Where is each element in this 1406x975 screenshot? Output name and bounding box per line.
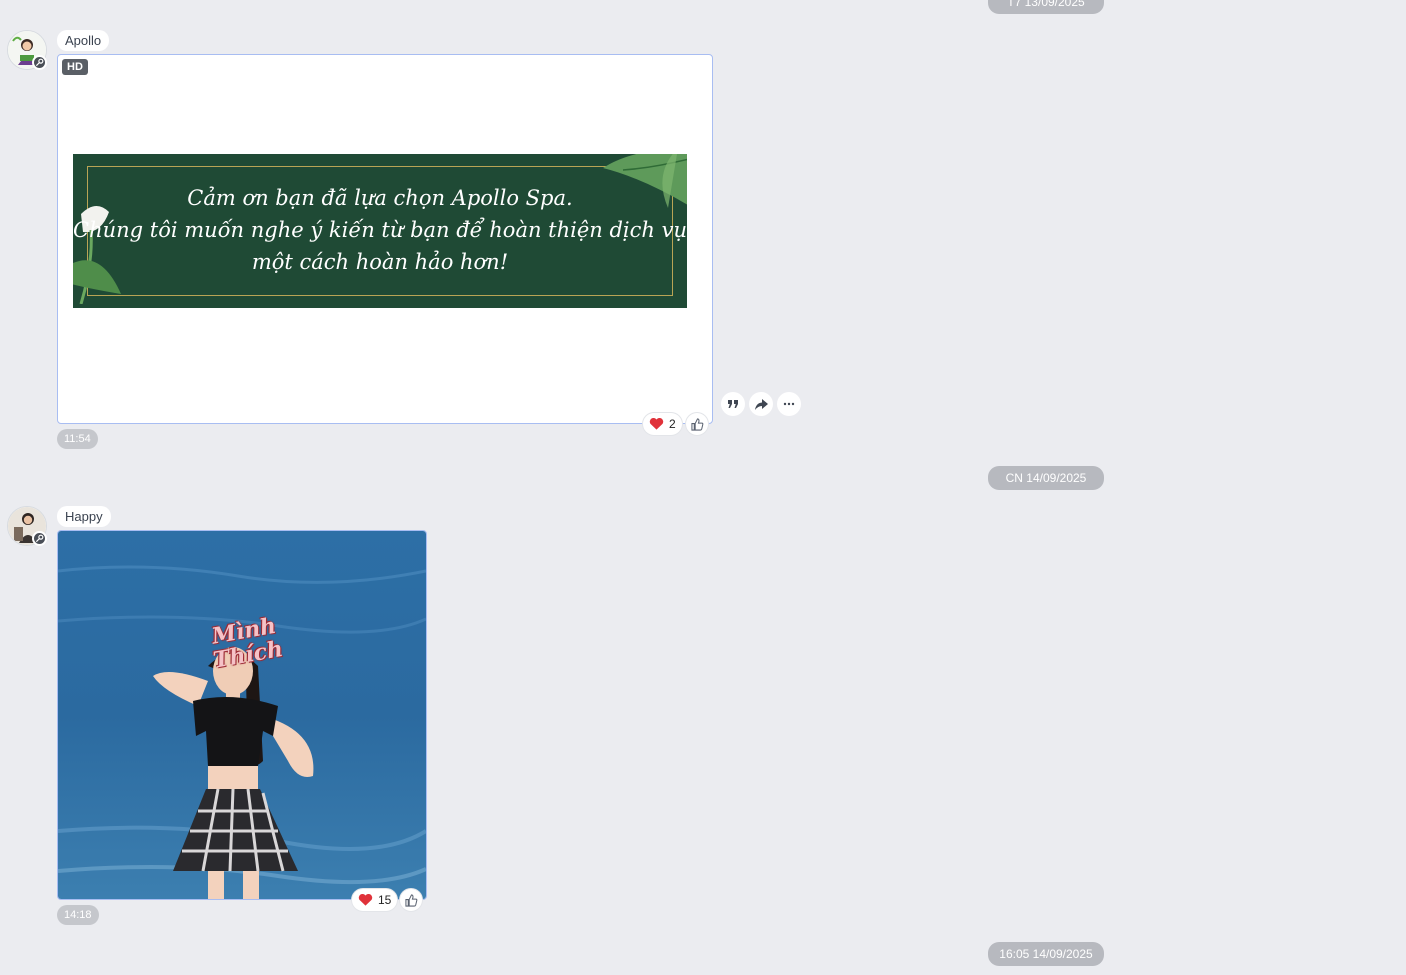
forward-button[interactable] bbox=[749, 392, 773, 416]
key-badge-icon bbox=[32, 55, 47, 70]
reaction-count: 15 bbox=[378, 893, 392, 907]
heart-icon bbox=[358, 893, 373, 906]
like-button[interactable] bbox=[686, 413, 708, 435]
key-badge-icon bbox=[32, 531, 47, 546]
image-message[interactable]: HD Cảm ơn bạn đã lựa chọn Apollo Spa. Ch… bbox=[57, 54, 713, 424]
beach-photo: Mình Thích bbox=[58, 531, 426, 899]
sender-name: Apollo bbox=[57, 30, 110, 51]
message-time: 11:54 bbox=[57, 429, 98, 449]
banner-line-2: Chúng tôi muốn nghe ý kiến từ bạn để hoà… bbox=[73, 218, 687, 242]
quote-button[interactable] bbox=[721, 392, 745, 416]
hd-badge: HD bbox=[62, 59, 88, 75]
date-separator-top: T7 13/09/2025 bbox=[988, 0, 1104, 14]
photo-message[interactable]: Mình Thích bbox=[57, 530, 427, 900]
more-button[interactable] bbox=[777, 392, 801, 416]
message-time: 14:18 bbox=[57, 905, 99, 925]
reaction-summary[interactable]: 15 bbox=[352, 889, 398, 911]
banner-line-3: một cách hoàn hảo hơn! bbox=[251, 250, 509, 274]
sender-name: Happy bbox=[57, 506, 111, 527]
more-icon bbox=[783, 402, 795, 406]
forward-icon bbox=[754, 398, 768, 410]
banner-line-1: Cảm ơn bạn đã lựa chọn Apollo Spa. bbox=[187, 186, 573, 210]
avatar-happy[interactable] bbox=[7, 506, 47, 546]
banner-image: Cảm ơn bạn đã lựa chọn Apollo Spa. Chúng… bbox=[73, 154, 687, 308]
heart-icon bbox=[649, 417, 664, 430]
avatar-apollo[interactable] bbox=[7, 30, 47, 70]
quote-icon bbox=[728, 400, 738, 408]
date-separator-middle: CN 14/09/2025 bbox=[988, 466, 1104, 490]
reaction-summary[interactable]: 2 bbox=[643, 413, 682, 435]
reaction-count: 2 bbox=[669, 417, 676, 431]
like-button[interactable] bbox=[400, 889, 422, 911]
thumbs-up-icon bbox=[690, 417, 703, 431]
thumbs-up-icon bbox=[404, 893, 417, 907]
date-separator-bottom: 16:05 14/09/2025 bbox=[988, 942, 1104, 966]
